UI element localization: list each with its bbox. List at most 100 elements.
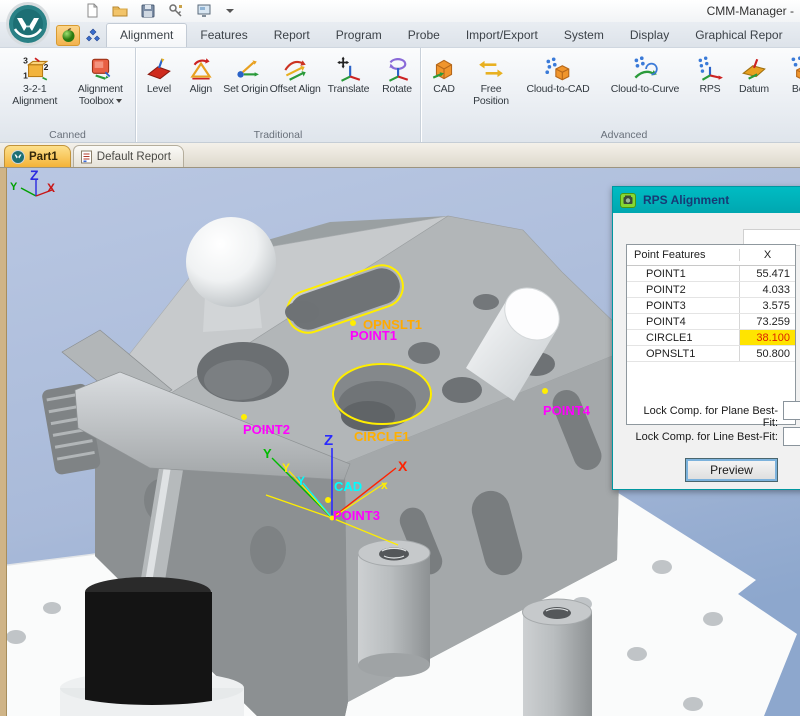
table-row[interactable]: CIRCLE1 38.100 bbox=[627, 330, 795, 346]
svg-text:Z: Z bbox=[30, 168, 39, 183]
table-row[interactable]: POINT3 3.575 bbox=[627, 298, 795, 314]
label-cad[interactable]: CAD bbox=[334, 479, 362, 494]
cad-button[interactable]: CAD bbox=[423, 51, 465, 125]
app-logo-icon[interactable] bbox=[5, 1, 51, 47]
lock-plane-best-fit-combo[interactable] bbox=[783, 401, 800, 420]
feature-name: POINT3 bbox=[627, 298, 739, 313]
cad-icon bbox=[430, 54, 458, 84]
ribbon-tab-row: Alignment Features Report Program Probe … bbox=[0, 22, 800, 48]
standoff-front-left bbox=[358, 540, 430, 677]
321-alignment-button[interactable]: 3 1 2 3-2-1 Alignment bbox=[2, 51, 68, 125]
ribbon-tab-import-export[interactable]: Import/Export bbox=[453, 24, 551, 47]
label-point2[interactable]: POINT2 bbox=[243, 422, 290, 437]
part-tab-icon bbox=[11, 150, 25, 164]
feature-x-value: 4.033 bbox=[739, 282, 795, 297]
ribbon-tab-report[interactable]: Report bbox=[261, 24, 323, 47]
offset-align-button[interactable]: Offset Align bbox=[269, 51, 320, 125]
svg-text:X: X bbox=[398, 458, 408, 474]
dropdown-caret-icon bbox=[116, 99, 122, 103]
set-origin-icon bbox=[232, 54, 260, 84]
level-button[interactable]: Level bbox=[138, 51, 180, 125]
save-icon[interactable] bbox=[140, 3, 156, 18]
open-folder-icon[interactable] bbox=[112, 3, 128, 18]
feature-name: POINT1 bbox=[627, 266, 739, 281]
label-point3[interactable]: POINT3 bbox=[333, 508, 380, 523]
rps-icon bbox=[696, 54, 724, 84]
set-origin-button[interactable]: Set Origin bbox=[222, 51, 270, 125]
preview-button[interactable]: Preview bbox=[685, 458, 778, 482]
table-row[interactable]: POINT2 4.033 bbox=[627, 282, 795, 298]
cloud-to-curve-button[interactable]: Cloud-to-Curve bbox=[599, 51, 691, 125]
free-position-button[interactable]: Free Position bbox=[465, 51, 517, 125]
label-point1[interactable]: POINT1 bbox=[350, 328, 397, 343]
feature-name: OPNSLT1 bbox=[627, 346, 739, 361]
offset-align-icon bbox=[281, 54, 309, 84]
rotate-button[interactable]: Rotate bbox=[376, 51, 418, 125]
best-fit-button[interactable]: Best bbox=[779, 51, 800, 125]
doc-tab-default-report[interactable]: Default Report bbox=[73, 145, 184, 167]
best-fit-icon bbox=[788, 54, 800, 84]
ribbon-tab-program[interactable]: Program bbox=[323, 24, 395, 47]
rps-button[interactable]: RPS bbox=[691, 51, 729, 125]
svg-text:Y: Y bbox=[282, 461, 290, 475]
report-tab-icon bbox=[80, 150, 93, 164]
doc-tab-part1-label: Part1 bbox=[29, 151, 58, 163]
table-header-row: Point Features X bbox=[627, 245, 795, 266]
321-alignment-label: 3-2-1 Alignment bbox=[2, 84, 68, 107]
ribbon-tab-features[interactable]: Features bbox=[187, 24, 260, 47]
document-tab-bar: Part1 Default Report bbox=[0, 143, 800, 168]
ribbon-tab-probe[interactable]: Probe bbox=[395, 24, 453, 47]
point-features-table[interactable]: Point Features X POINT1 55.471 POINT2 4.… bbox=[626, 244, 796, 425]
cmm-manager-window: CMM-Manager - Alignment Features Report … bbox=[0, 0, 800, 716]
feature-x-value: 55.471 bbox=[739, 266, 795, 281]
svg-text:1: 1 bbox=[23, 71, 28, 81]
run-button[interactable] bbox=[81, 25, 105, 46]
svg-text:Z: Z bbox=[324, 432, 333, 449]
ribbon-group-traditional: Level Align Set Origin bbox=[136, 48, 421, 142]
align-button[interactable]: Align bbox=[180, 51, 222, 125]
reference-sphere bbox=[186, 217, 276, 307]
lock-line-best-fit-combo[interactable] bbox=[783, 427, 800, 446]
display-view-icon[interactable] bbox=[196, 3, 212, 18]
table-row[interactable]: OPNSLT1 50.800 bbox=[627, 346, 795, 362]
label-circle1[interactable]: CIRCLE1 bbox=[354, 429, 410, 444]
datum-button[interactable]: Datum bbox=[729, 51, 779, 125]
new-document-icon[interactable] bbox=[84, 3, 100, 18]
lock-line-best-fit-label: Lock Comp. for Line Best-Fit: bbox=[631, 431, 778, 443]
title-bar: CMM-Manager - bbox=[0, 0, 800, 22]
doc-tab-part1[interactable]: Part1 bbox=[4, 145, 71, 167]
group-label-canned: Canned bbox=[0, 129, 135, 141]
ribbon-tab-display[interactable]: Display bbox=[617, 24, 682, 47]
dialog-title-bar[interactable]: RPS Alignment bbox=[613, 187, 800, 213]
standoff-front-right bbox=[523, 599, 593, 716]
ribbon-tab-graphical-report[interactable]: Graphical Repor bbox=[682, 24, 795, 47]
feature-x-value: 73.259 bbox=[739, 314, 795, 329]
green-sphere-icon bbox=[61, 28, 76, 43]
free-position-icon bbox=[477, 54, 505, 84]
label-point4[interactable]: POINT4 bbox=[543, 403, 591, 418]
alignment-toolbox-button[interactable]: Alignment Toolbox bbox=[68, 51, 134, 125]
table-row[interactable]: POINT4 73.259 bbox=[627, 314, 795, 330]
table-row[interactable]: POINT1 55.471 bbox=[627, 266, 795, 282]
cloud-to-cad-icon bbox=[544, 54, 572, 84]
quick-access-dropdown-icon[interactable] bbox=[226, 9, 234, 13]
ribbon-tab-alignment[interactable]: Alignment bbox=[106, 23, 187, 47]
ribbon: 3 1 2 3-2-1 Alignment Alignment Toolbox … bbox=[0, 48, 800, 143]
translate-icon bbox=[334, 54, 362, 84]
cloud-to-cad-button[interactable]: Cloud-to-CAD bbox=[517, 51, 599, 125]
ribbon-tab-system[interactable]: System bbox=[551, 24, 617, 47]
svg-text:Y: Y bbox=[297, 474, 305, 488]
datum-icon bbox=[740, 54, 768, 84]
level-icon bbox=[145, 54, 173, 84]
svg-text:2: 2 bbox=[43, 62, 48, 72]
probe-key-icon[interactable] bbox=[168, 3, 184, 18]
go-sphere-button[interactable] bbox=[56, 25, 80, 46]
svg-text:x: x bbox=[381, 478, 388, 492]
doc-tab-default-report-label: Default Report bbox=[97, 151, 171, 163]
cloud-to-curve-icon bbox=[631, 54, 659, 84]
rotate-icon bbox=[383, 54, 411, 84]
translate-button[interactable]: Translate bbox=[321, 51, 376, 125]
svg-text:3: 3 bbox=[23, 56, 28, 66]
blue-run-icon bbox=[86, 28, 101, 43]
feature-name: CIRCLE1 bbox=[627, 330, 739, 345]
